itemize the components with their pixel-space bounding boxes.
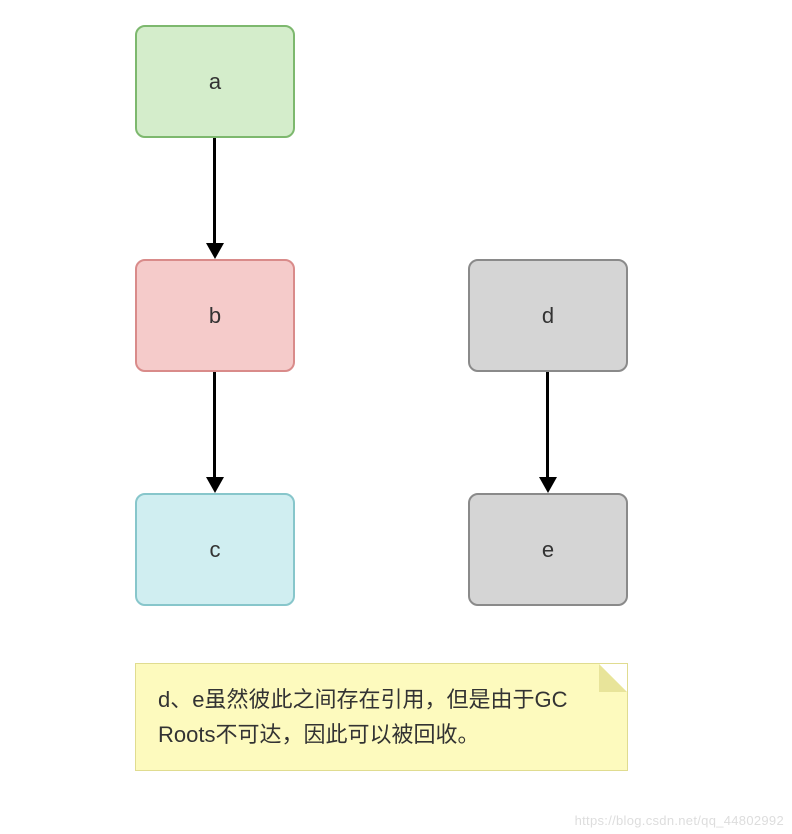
node-d-label: d xyxy=(542,303,554,329)
edge-b-c xyxy=(213,372,216,477)
node-d: d xyxy=(468,259,628,372)
node-e: e xyxy=(468,493,628,606)
node-b: b xyxy=(135,259,295,372)
arrow-head-b-c xyxy=(206,477,224,493)
watermark: https://blog.csdn.net/qq_44802992 xyxy=(575,813,784,828)
node-c: c xyxy=(135,493,295,606)
edge-d-e xyxy=(546,372,549,477)
arrow-head-d-e xyxy=(539,477,557,493)
node-c-label: c xyxy=(210,537,221,563)
node-a: a xyxy=(135,25,295,138)
edge-a-b xyxy=(213,138,216,243)
arrow-head-a-b xyxy=(206,243,224,259)
node-e-label: e xyxy=(542,537,554,563)
note: d、e虽然彼此之间存在引用，但是由于GC Roots不可达，因此可以被回收。 xyxy=(135,663,628,771)
node-a-label: a xyxy=(209,69,221,95)
note-text: d、e虽然彼此之间存在引用，但是由于GC Roots不可达，因此可以被回收。 xyxy=(158,687,567,747)
node-b-label: b xyxy=(209,303,221,329)
